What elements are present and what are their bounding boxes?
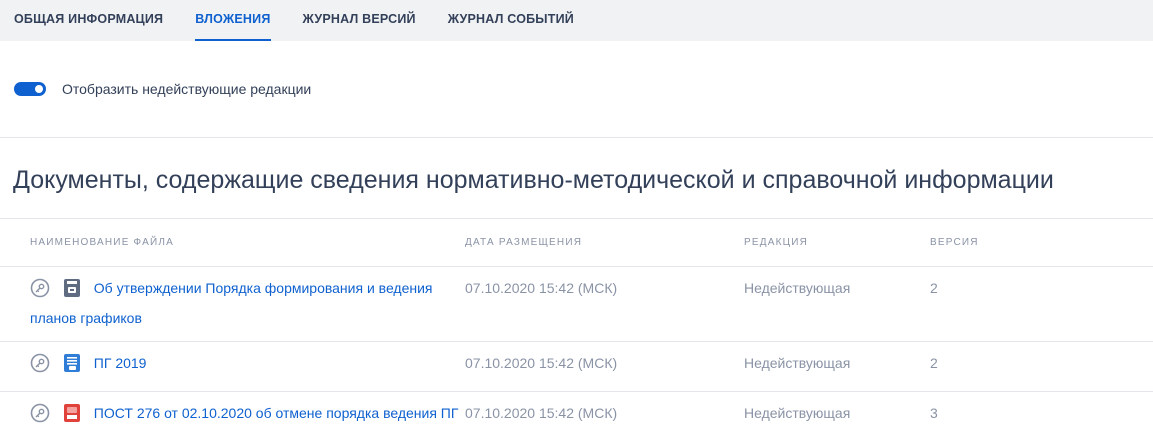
table-row: Об утверждении Порядка формирования и ве… bbox=[0, 267, 1153, 342]
signature-key-icon[interactable] bbox=[30, 353, 50, 381]
file-name-cell: Об утверждении Порядка формирования и ве… bbox=[0, 267, 465, 331]
header-file-name: НАИМЕНОВАНИЕ ФАЙЛА bbox=[30, 237, 175, 248]
version-cell: 2 bbox=[930, 355, 938, 371]
doc-file-icon bbox=[63, 353, 81, 381]
date-cell: 07.10.2020 15:42 (МСК) bbox=[465, 280, 618, 296]
version-cell: 3 bbox=[930, 405, 938, 421]
table-row: ПОСТ 276 от 02.10.2020 об отмене порядка… bbox=[0, 392, 1153, 442]
tab-bar: ОБЩАЯ ИНФОРМАЦИЯ ВЛОЖЕНИЯ ЖУРНАЛ ВЕРСИЙ … bbox=[0, 0, 1153, 41]
file-link[interactable]: ПГ 2019 bbox=[94, 355, 147, 371]
toggle-label: Отобразить недействующие редакции bbox=[62, 81, 312, 97]
tab-event-log[interactable]: ЖУРНАЛ СОБЫТИЙ bbox=[448, 0, 574, 41]
section-title: Документы, содержащие сведения нормативн… bbox=[0, 138, 1153, 219]
edition-cell: Недействующая bbox=[744, 280, 851, 296]
file-link[interactable]: Об утверждении Порядка формирования и ве… bbox=[30, 280, 433, 326]
table-header: НАИМЕНОВАНИЕ ФАЙЛА ДАТА РАЗМЕЩЕНИЯ РЕДАК… bbox=[0, 219, 1153, 267]
file-name-cell: ПГ 2019 bbox=[0, 342, 465, 381]
header-version: ВЕРСИЯ bbox=[930, 237, 979, 248]
signature-key-icon[interactable] bbox=[30, 278, 50, 306]
date-cell: 07.10.2020 15:42 (МСК) bbox=[465, 405, 618, 421]
signature-key-icon[interactable] bbox=[30, 403, 50, 431]
tab-attachments[interactable]: ВЛОЖЕНИЯ bbox=[195, 0, 271, 41]
toggle-row: Отобразить недействующие редакции bbox=[0, 41, 1153, 138]
pdf-file-icon bbox=[63, 403, 81, 431]
header-date: ДАТА РАЗМЕЩЕНИЯ bbox=[465, 237, 583, 248]
date-cell: 07.10.2020 15:42 (МСК) bbox=[465, 355, 618, 371]
show-inactive-toggle[interactable] bbox=[14, 82, 46, 96]
file-link[interactable]: ПОСТ 276 от 02.10.2020 об отмене порядка… bbox=[94, 405, 459, 421]
toggle-knob bbox=[35, 85, 43, 93]
edition-cell: Недействующая bbox=[744, 355, 851, 371]
file-name-cell: ПОСТ 276 от 02.10.2020 об отмене порядка… bbox=[0, 392, 465, 431]
edition-cell: Недействующая bbox=[744, 405, 851, 421]
tab-version-log[interactable]: ЖУРНАЛ ВЕРСИЙ bbox=[303, 0, 416, 41]
header-edition: РЕДАКЦИЯ bbox=[744, 237, 809, 248]
version-cell: 2 bbox=[930, 280, 938, 296]
table-row: ПГ 2019 07.10.2020 15:42 (МСК) Недейству… bbox=[0, 342, 1153, 392]
attachments-table: НАИМЕНОВАНИЕ ФАЙЛА ДАТА РАЗМЕЩЕНИЯ РЕДАК… bbox=[0, 219, 1153, 442]
archive-file-icon bbox=[63, 278, 81, 306]
tab-general-info[interactable]: ОБЩАЯ ИНФОРМАЦИЯ bbox=[14, 0, 163, 41]
